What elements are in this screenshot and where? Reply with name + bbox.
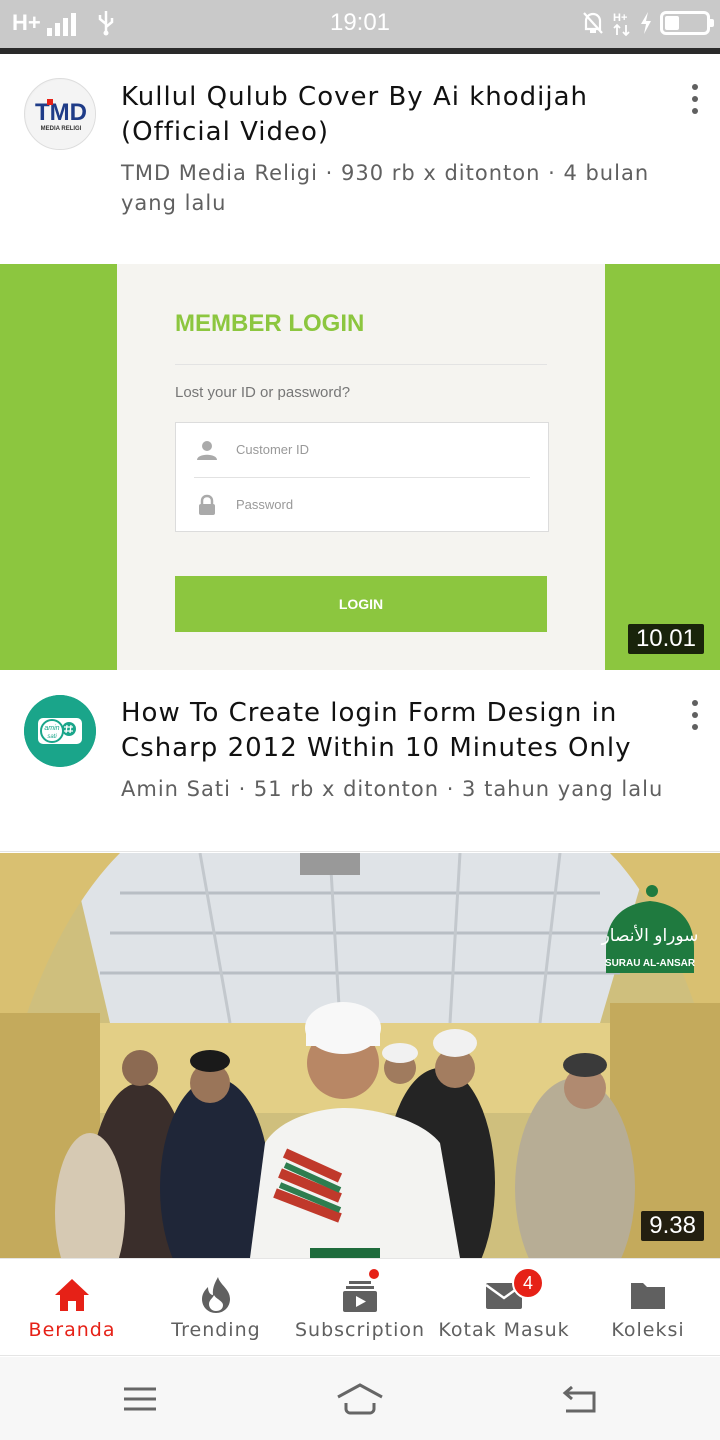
nav-label: Kotak Masuk: [438, 1319, 570, 1341]
surau-logo-latin: SURAU AL-ANSAR: [605, 958, 696, 969]
video-meta: TMD Media Religi · 930 rb x ditonton · 4…: [121, 161, 650, 215]
channel-avatar[interactable]: amin sati: [24, 695, 96, 767]
status-bar: H+ 19:01 H+: [0, 0, 720, 48]
tmd-logo-subtext: MEDIA RELIGI: [41, 126, 82, 132]
nav-item-library[interactable]: Koleksi: [576, 1259, 720, 1357]
nav-item-trending[interactable]: Trending: [144, 1259, 288, 1357]
credentials-box: Customer ID Password: [175, 422, 549, 532]
login-button-graphic: LOGIN: [175, 576, 547, 632]
home-button-icon[interactable]: [336, 1379, 384, 1419]
lost-password-text: Lost your ID or password?: [175, 384, 351, 401]
divider: [175, 364, 547, 365]
login-form-graphic: MEMBER LOGIN Lost your ID or password? C…: [117, 264, 605, 670]
amin-logo-text: amin: [44, 725, 59, 732]
data-indicator-text: H+: [613, 12, 627, 24]
video-thumbnail[interactable]: سوراو الأنصار SURAU AL-ANSAR 9.38: [0, 853, 720, 1258]
customer-id-field: Customer ID: [176, 423, 548, 478]
charging-icon: [641, 12, 651, 34]
video-info-row[interactable]: amin sati How To Create login Form Desig…: [0, 670, 720, 852]
duration-badge: 9.38: [641, 1211, 704, 1241]
folder-icon: [631, 1283, 665, 1309]
data-activity-icon: H+: [613, 12, 630, 36]
notifications-off-icon: [583, 12, 603, 34]
user-icon: [197, 441, 217, 460]
amin-sati-logo: amin sati: [24, 695, 96, 767]
bottom-navigation: Beranda Trending Subscription 4 Kotak Ma…: [0, 1258, 720, 1356]
more-options-icon[interactable]: [688, 700, 702, 730]
home-icon: [55, 1279, 89, 1311]
nav-item-home[interactable]: Beranda: [0, 1259, 144, 1357]
inbox-badge: 4: [512, 1267, 544, 1299]
channel-avatar[interactable]: TMD MEDIA RELIGI: [24, 78, 96, 150]
menu-icon[interactable]: [120, 1379, 160, 1419]
flame-icon: [202, 1277, 230, 1313]
new-content-dot: [367, 1267, 381, 1281]
subscriptions-icon: [343, 1281, 377, 1312]
more-options-icon[interactable]: [688, 84, 702, 114]
prayer-scene-image: سوراو الأنصار SURAU AL-ANSAR: [0, 853, 720, 1258]
video-thumbnail[interactable]: MEMBER LOGIN Lost your ID or password? C…: [0, 264, 720, 670]
lock-icon: [199, 494, 215, 515]
nav-label: Beranda: [28, 1319, 116, 1341]
duration-badge: 10.01: [627, 624, 704, 654]
login-heading: MEMBER LOGIN: [175, 310, 365, 337]
nav-label: Koleksi: [611, 1319, 685, 1341]
status-right: H+: [582, 10, 714, 36]
video-info-row[interactable]: TMD MEDIA RELIGI Kullul Qulub Cover By A…: [0, 54, 720, 264]
tmd-logo-text: TMD: [35, 99, 87, 126]
video-title[interactable]: Kullul Qulub Cover By Ai khodijah (Offic…: [121, 80, 669, 150]
nav-label: Trending: [171, 1319, 261, 1341]
battery-icon: [660, 11, 714, 35]
nav-label: Subscription: [294, 1319, 426, 1341]
password-field: Password: [176, 478, 548, 533]
nav-item-subscriptions[interactable]: Subscription: [288, 1259, 432, 1357]
amin-logo-subtext: sati: [47, 734, 57, 740]
system-navigation-bar: [0, 1357, 720, 1440]
password-placeholder: Password: [236, 497, 294, 512]
video-meta: Amin Sati · 51 rb x ditonton · 3 tahun y…: [121, 777, 664, 801]
customer-id-placeholder: Customer ID: [236, 442, 309, 457]
surau-logo-arabic: سوراو الأنصار: [601, 925, 699, 946]
video-title[interactable]: How To Create login Form Design in Cshar…: [121, 696, 669, 766]
tmd-logo: TMD MEDIA RELIGI: [26, 80, 95, 149]
back-icon[interactable]: [560, 1379, 600, 1419]
nav-item-inbox[interactable]: 4 Kotak Masuk: [432, 1259, 576, 1357]
